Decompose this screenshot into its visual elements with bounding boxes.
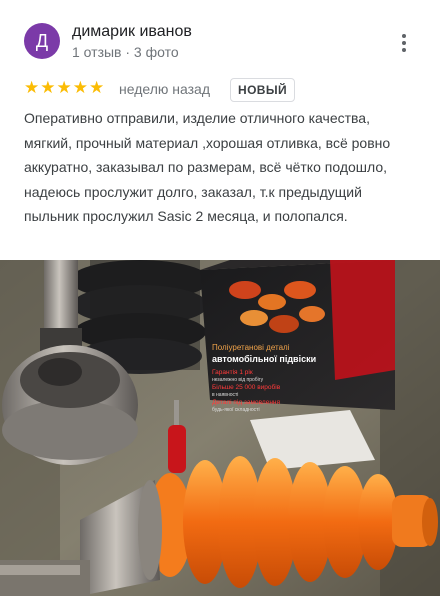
review-photo[interactable]: Поліуретанові деталі автомобільної підві… [0,260,440,596]
review-time: неделю назад [119,81,210,97]
box-heading-1: Поліуретанові деталі [212,343,290,352]
rating-row: ★★★★★ неделю назад НОВЫЙ [24,78,424,102]
box-heading-2: автомобільної підвіски [212,354,316,364]
author-meta: 1 отзыв · 3 фото [72,44,179,60]
review-text: Оперативно отправили, изделие отличного … [24,110,391,224]
box-line-4: в наявності [212,392,238,398]
review-header: Д димарик иванов 1 отзыв · 3 фото [0,0,440,70]
box-line-3: Більше 25 000 виробів [212,383,281,391]
star-rating: ★★★★★ [24,78,106,97]
product-box: Поліуретанові деталі автомобільної підві… [200,260,395,413]
avatar[interactable]: Д [24,23,60,59]
more-options-icon[interactable] [392,30,416,54]
box-line-1: Гарантія 1 рік [212,368,253,376]
new-badge: НОВЫЙ [230,78,296,102]
author-name[interactable]: димарик иванов [72,23,192,41]
box-line-2: незалежно від пробігу [212,377,264,383]
box-line-6: будь-якої складності [212,407,260,413]
box-line-5: Деталі під замовлення [212,398,280,406]
